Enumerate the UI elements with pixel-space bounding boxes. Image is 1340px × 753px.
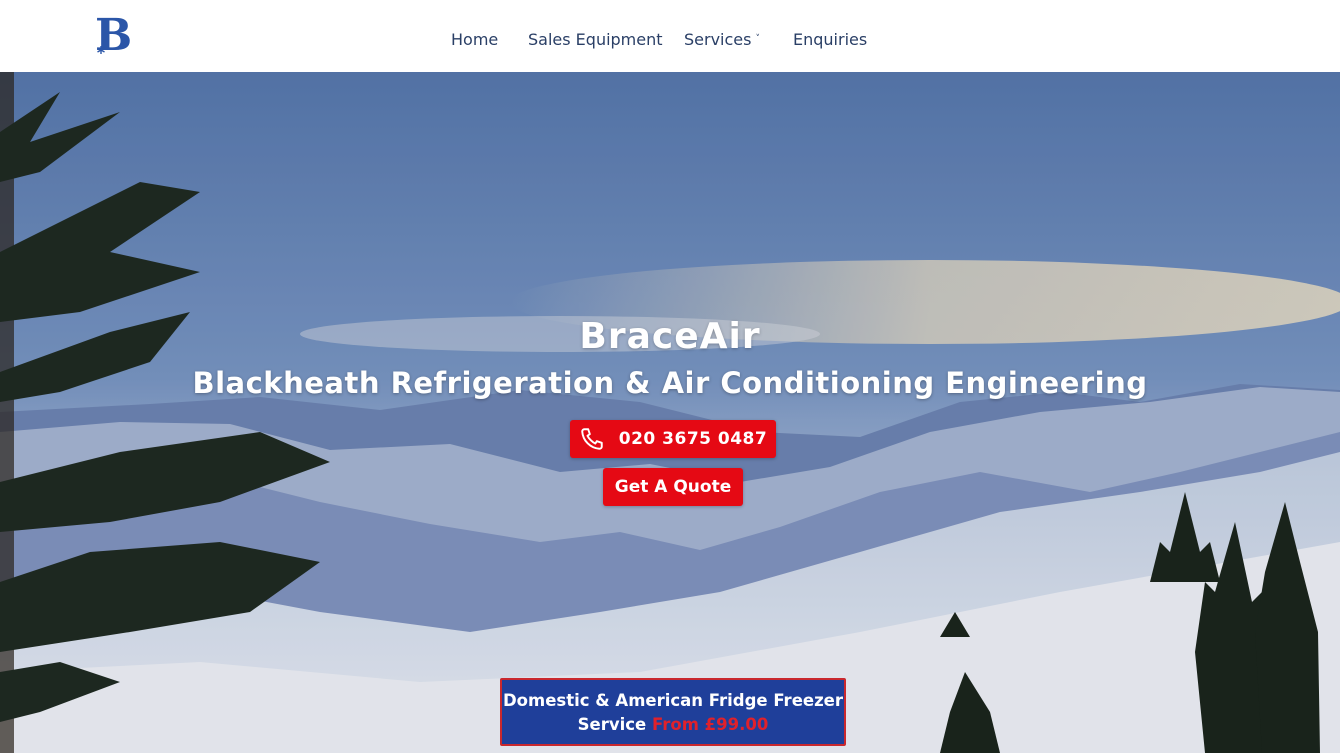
call-button[interactable]: 020 3675 0487 <box>570 420 776 458</box>
nav-services-label: Services <box>684 30 752 49</box>
promo-line-2: Service From £99.00 <box>502 713 844 737</box>
nav-services[interactable]: Services ˅ <box>684 30 760 49</box>
nav-home[interactable]: Home <box>451 30 498 49</box>
phone-number: 020 3675 0487 <box>618 429 768 449</box>
nav-sales-equipment[interactable]: Sales Equipment <box>528 30 663 49</box>
nav-enquiries[interactable]: Enquiries <box>793 30 867 49</box>
hero-subtitle: Blackheath Refrigeration & Air Condition… <box>192 366 1148 400</box>
promo-line-1: Domestic & American Fridge Freezer <box>502 691 844 710</box>
hero-background-winter-landscape <box>0 72 1340 753</box>
chevron-down-icon: ˅ <box>755 34 760 44</box>
promo-service-label: Service <box>577 715 647 734</box>
site-header: B Home Sales Equipment Services ˅ Enquiri… <box>0 0 1340 72</box>
main-nav: Home Sales Equipment Services ˅ Enquiries <box>0 0 1340 72</box>
promo-banner[interactable]: Domestic & American Fridge Freezer Servi… <box>500 678 846 746</box>
hero-title: BraceAir <box>579 316 761 357</box>
phone-icon <box>581 428 603 450</box>
promo-price: From £99.00 <box>652 715 769 734</box>
get-quote-button[interactable]: Get A Quote <box>603 468 743 506</box>
hero-section: BraceAir Blackheath Refrigeration & Air … <box>0 72 1340 753</box>
